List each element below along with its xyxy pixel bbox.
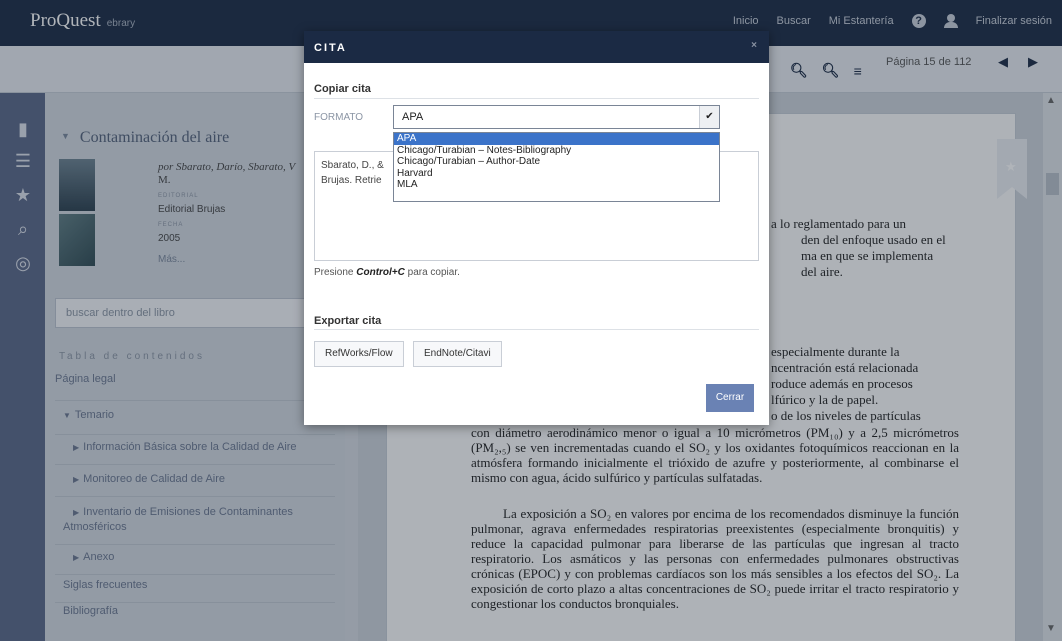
format-select-value: APA [402, 111, 424, 123]
citation-text: Sbarato, D., & [321, 160, 384, 171]
citation-modal: CITA × Copiar cita FORMATO APA ✔ Sbarato… [304, 31, 769, 425]
modal-title: CITA [314, 42, 347, 54]
format-dropdown-list: APA Chicago/Turabian – Notes-Bibliograph… [393, 132, 720, 202]
close-button[interactable]: Cerrar [706, 384, 754, 412]
close-icon[interactable]: × [751, 40, 757, 51]
format-option[interactable]: MLA [394, 179, 719, 191]
format-option[interactable]: APA [394, 133, 719, 145]
chevron-down-icon[interactable]: ✔ [699, 106, 719, 128]
format-option[interactable]: Chicago/Turabian – Author-Date [394, 156, 719, 168]
copy-hint: Presione Control+C para copiar. [314, 267, 460, 278]
modal-header: CITA × [304, 31, 769, 63]
format-option[interactable]: Harvard [394, 168, 719, 180]
format-select[interactable]: APA ✔ [393, 105, 720, 129]
divider [314, 329, 759, 330]
hint-key: Control+C [356, 267, 405, 278]
endnote-button[interactable]: EndNote/Citavi [413, 341, 502, 367]
copy-section-title: Copiar cita [314, 83, 371, 95]
divider [314, 98, 759, 99]
export-section-title: Exportar cita [314, 315, 382, 327]
refworks-button[interactable]: RefWorks/Flow [314, 341, 404, 367]
format-label: FORMATO [314, 112, 364, 123]
format-option[interactable]: Chicago/Turabian – Notes-Bibliography [394, 145, 719, 157]
